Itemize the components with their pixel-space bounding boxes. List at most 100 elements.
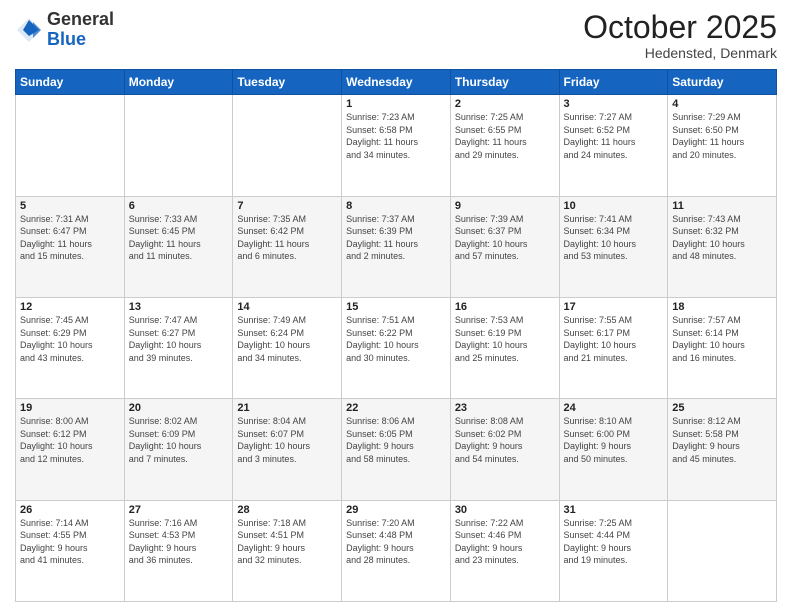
- logo-text: General Blue: [47, 10, 114, 50]
- calendar-cell: 7Sunrise: 7:35 AM Sunset: 6:42 PM Daylig…: [233, 196, 342, 297]
- calendar-cell: 15Sunrise: 7:51 AM Sunset: 6:22 PM Dayli…: [342, 297, 451, 398]
- calendar-cell: 14Sunrise: 7:49 AM Sunset: 6:24 PM Dayli…: [233, 297, 342, 398]
- calendar-cell: 19Sunrise: 8:00 AM Sunset: 6:12 PM Dayli…: [16, 399, 125, 500]
- day-number: 31: [564, 504, 664, 516]
- calendar-week-2: 12Sunrise: 7:45 AM Sunset: 6:29 PM Dayli…: [16, 297, 777, 398]
- day-info: Sunrise: 7:16 AM Sunset: 4:53 PM Dayligh…: [129, 517, 229, 567]
- calendar-cell: 2Sunrise: 7:25 AM Sunset: 6:55 PM Daylig…: [450, 95, 559, 196]
- calendar-cell: 13Sunrise: 7:47 AM Sunset: 6:27 PM Dayli…: [124, 297, 233, 398]
- day-number: 8: [346, 200, 446, 212]
- day-number: 20: [129, 402, 229, 414]
- day-number: 13: [129, 301, 229, 313]
- col-friday: Friday: [559, 70, 668, 95]
- calendar-cell: 3Sunrise: 7:27 AM Sunset: 6:52 PM Daylig…: [559, 95, 668, 196]
- day-info: Sunrise: 7:57 AM Sunset: 6:14 PM Dayligh…: [672, 314, 772, 364]
- calendar-cell: 1Sunrise: 7:23 AM Sunset: 6:58 PM Daylig…: [342, 95, 451, 196]
- day-number: 3: [564, 98, 664, 110]
- col-thursday: Thursday: [450, 70, 559, 95]
- calendar-cell: 22Sunrise: 8:06 AM Sunset: 6:05 PM Dayli…: [342, 399, 451, 500]
- day-number: 24: [564, 402, 664, 414]
- day-number: 5: [20, 200, 120, 212]
- day-number: 23: [455, 402, 555, 414]
- day-number: 1: [346, 98, 446, 110]
- day-info: Sunrise: 7:45 AM Sunset: 6:29 PM Dayligh…: [20, 314, 120, 364]
- day-number: 9: [455, 200, 555, 212]
- day-info: Sunrise: 8:02 AM Sunset: 6:09 PM Dayligh…: [129, 415, 229, 465]
- day-info: Sunrise: 7:29 AM Sunset: 6:50 PM Dayligh…: [672, 111, 772, 161]
- day-info: Sunrise: 7:31 AM Sunset: 6:47 PM Dayligh…: [20, 213, 120, 263]
- calendar-cell: 30Sunrise: 7:22 AM Sunset: 4:46 PM Dayli…: [450, 500, 559, 601]
- logo-icon: [15, 16, 43, 44]
- day-info: Sunrise: 8:10 AM Sunset: 6:00 PM Dayligh…: [564, 415, 664, 465]
- page: General Blue October 2025 Hedensted, Den…: [0, 0, 792, 612]
- calendar-cell: 16Sunrise: 7:53 AM Sunset: 6:19 PM Dayli…: [450, 297, 559, 398]
- day-number: 27: [129, 504, 229, 516]
- day-number: 14: [237, 301, 337, 313]
- day-number: 11: [672, 200, 772, 212]
- day-info: Sunrise: 8:00 AM Sunset: 6:12 PM Dayligh…: [20, 415, 120, 465]
- calendar-cell: 21Sunrise: 8:04 AM Sunset: 6:07 PM Dayli…: [233, 399, 342, 500]
- day-number: 22: [346, 402, 446, 414]
- day-number: 7: [237, 200, 337, 212]
- day-info: Sunrise: 7:22 AM Sunset: 4:46 PM Dayligh…: [455, 517, 555, 567]
- calendar-header-row: Sunday Monday Tuesday Wednesday Thursday…: [16, 70, 777, 95]
- calendar-cell: [668, 500, 777, 601]
- logo: General Blue: [15, 10, 114, 50]
- calendar-cell: 20Sunrise: 8:02 AM Sunset: 6:09 PM Dayli…: [124, 399, 233, 500]
- day-info: Sunrise: 7:37 AM Sunset: 6:39 PM Dayligh…: [346, 213, 446, 263]
- day-number: 28: [237, 504, 337, 516]
- calendar-cell: 31Sunrise: 7:25 AM Sunset: 4:44 PM Dayli…: [559, 500, 668, 601]
- calendar-cell: 23Sunrise: 8:08 AM Sunset: 6:02 PM Dayli…: [450, 399, 559, 500]
- calendar-cell: 8Sunrise: 7:37 AM Sunset: 6:39 PM Daylig…: [342, 196, 451, 297]
- day-number: 4: [672, 98, 772, 110]
- location: Hedensted, Denmark: [583, 45, 777, 61]
- header: General Blue October 2025 Hedensted, Den…: [15, 10, 777, 61]
- day-number: 10: [564, 200, 664, 212]
- day-number: 16: [455, 301, 555, 313]
- calendar-cell: [233, 95, 342, 196]
- day-info: Sunrise: 7:49 AM Sunset: 6:24 PM Dayligh…: [237, 314, 337, 364]
- calendar-cell: 25Sunrise: 8:12 AM Sunset: 5:58 PM Dayli…: [668, 399, 777, 500]
- day-info: Sunrise: 7:27 AM Sunset: 6:52 PM Dayligh…: [564, 111, 664, 161]
- day-info: Sunrise: 7:55 AM Sunset: 6:17 PM Dayligh…: [564, 314, 664, 364]
- calendar-cell: 28Sunrise: 7:18 AM Sunset: 4:51 PM Dayli…: [233, 500, 342, 601]
- col-sunday: Sunday: [16, 70, 125, 95]
- calendar-cell: 9Sunrise: 7:39 AM Sunset: 6:37 PM Daylig…: [450, 196, 559, 297]
- calendar-week-3: 19Sunrise: 8:00 AM Sunset: 6:12 PM Dayli…: [16, 399, 777, 500]
- day-info: Sunrise: 7:51 AM Sunset: 6:22 PM Dayligh…: [346, 314, 446, 364]
- day-info: Sunrise: 8:12 AM Sunset: 5:58 PM Dayligh…: [672, 415, 772, 465]
- day-number: 25: [672, 402, 772, 414]
- calendar-cell: 26Sunrise: 7:14 AM Sunset: 4:55 PM Dayli…: [16, 500, 125, 601]
- day-number: 30: [455, 504, 555, 516]
- calendar-cell: 6Sunrise: 7:33 AM Sunset: 6:45 PM Daylig…: [124, 196, 233, 297]
- day-info: Sunrise: 7:25 AM Sunset: 6:55 PM Dayligh…: [455, 111, 555, 161]
- day-number: 19: [20, 402, 120, 414]
- col-monday: Monday: [124, 70, 233, 95]
- month-title: October 2025: [583, 10, 777, 45]
- col-tuesday: Tuesday: [233, 70, 342, 95]
- day-info: Sunrise: 7:14 AM Sunset: 4:55 PM Dayligh…: [20, 517, 120, 567]
- calendar-cell: 4Sunrise: 7:29 AM Sunset: 6:50 PM Daylig…: [668, 95, 777, 196]
- calendar-cell: [16, 95, 125, 196]
- calendar-cell: 24Sunrise: 8:10 AM Sunset: 6:00 PM Dayli…: [559, 399, 668, 500]
- col-saturday: Saturday: [668, 70, 777, 95]
- calendar-cell: 27Sunrise: 7:16 AM Sunset: 4:53 PM Dayli…: [124, 500, 233, 601]
- calendar-week-0: 1Sunrise: 7:23 AM Sunset: 6:58 PM Daylig…: [16, 95, 777, 196]
- day-number: 6: [129, 200, 229, 212]
- calendar-cell: 11Sunrise: 7:43 AM Sunset: 6:32 PM Dayli…: [668, 196, 777, 297]
- day-info: Sunrise: 7:35 AM Sunset: 6:42 PM Dayligh…: [237, 213, 337, 263]
- day-number: 21: [237, 402, 337, 414]
- title-block: October 2025 Hedensted, Denmark: [583, 10, 777, 61]
- logo-blue: Blue: [47, 29, 86, 49]
- calendar-week-1: 5Sunrise: 7:31 AM Sunset: 6:47 PM Daylig…: [16, 196, 777, 297]
- day-number: 18: [672, 301, 772, 313]
- day-info: Sunrise: 7:43 AM Sunset: 6:32 PM Dayligh…: [672, 213, 772, 263]
- day-number: 15: [346, 301, 446, 313]
- day-info: Sunrise: 7:18 AM Sunset: 4:51 PM Dayligh…: [237, 517, 337, 567]
- logo-general: General: [47, 9, 114, 29]
- day-number: 29: [346, 504, 446, 516]
- day-number: 2: [455, 98, 555, 110]
- day-info: Sunrise: 8:08 AM Sunset: 6:02 PM Dayligh…: [455, 415, 555, 465]
- col-wednesday: Wednesday: [342, 70, 451, 95]
- day-info: Sunrise: 7:39 AM Sunset: 6:37 PM Dayligh…: [455, 213, 555, 263]
